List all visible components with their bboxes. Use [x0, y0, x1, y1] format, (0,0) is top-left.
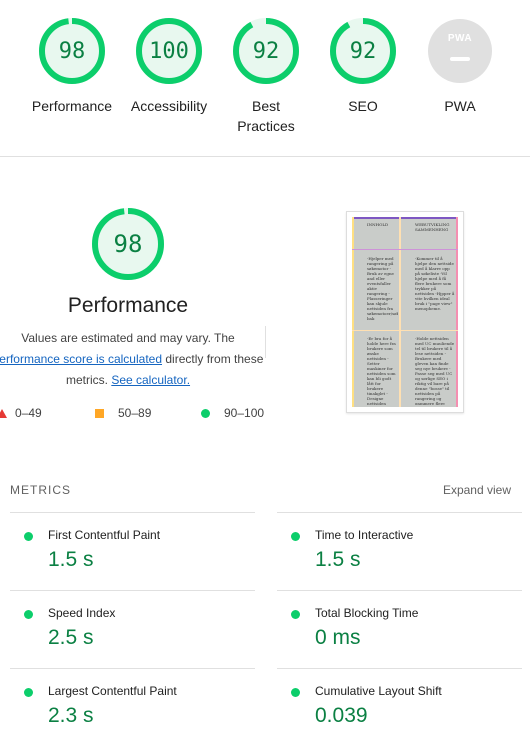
screenshot-cell: -Holde nettsiden med UC muuliende tel ti… [415, 336, 455, 405]
pwa-label: PWA [444, 98, 476, 114]
pass-circle-icon [291, 688, 300, 697]
best-practices-label: Best Practices [237, 98, 295, 134]
pwa-badge-text: PWA [447, 33, 473, 44]
legend-fail-label: 0–49 [15, 406, 42, 420]
desc-text-1: Values are estimated and may vary. The [21, 331, 235, 345]
legend-average-label: 50–89 [118, 406, 152, 420]
legend-average: 50–89 [95, 406, 151, 420]
metric-tbt: Total Blocking Time 0 ms [277, 590, 522, 669]
performance-big-gauge: 98 [92, 208, 164, 280]
performance-big-score: 98 [113, 230, 143, 258]
pass-circle-icon [291, 610, 300, 619]
pass-circle-icon [291, 532, 300, 541]
screenshot-cell: -Kommer til å hjelpe den nettside med å … [415, 256, 455, 311]
screenshot-cell: INNHOLD [367, 222, 389, 227]
metric-name: First Contentful Paint [48, 528, 161, 542]
metric-name: Total Blocking Time [315, 606, 419, 620]
screenshot-col-divider [399, 217, 401, 407]
screenshot-row-divider-2 [352, 330, 458, 331]
metric-name: Largest Contentful Paint [48, 684, 177, 698]
metric-cls: Cumulative Layout Shift 0.039 [277, 668, 522, 747]
screenshot-cell: -Hjelper med rangering på søkemotor -Bru… [367, 256, 398, 321]
legend-pass: 90–100 [201, 406, 264, 420]
metric-speed-index: Speed Index 2.5 s [10, 590, 255, 669]
gauge-performance[interactable]: 98 Performance [27, 18, 117, 116]
metric-fcp: First Contentful Paint 1.5 s [10, 512, 255, 591]
accessibility-score: 100 [149, 38, 189, 64]
metric-value: 0 ms [315, 626, 361, 649]
screenshot-top-border [352, 217, 458, 219]
metric-name: Speed Index [48, 606, 116, 620]
metric-name: Time to Interactive [315, 528, 414, 542]
score-calculation-link[interactable]: performance score is calculated [0, 352, 162, 366]
legend-pass-label: 90–100 [224, 406, 265, 420]
metric-value: 0.039 [315, 704, 368, 727]
seo-score: 92 [349, 38, 377, 64]
best-practices-gauge-ring: 92 [233, 18, 299, 84]
gauge-seo[interactable]: 92 SEO [318, 18, 408, 116]
metric-name: Cumulative Layout Shift [315, 684, 442, 698]
performance-section: 98 Performance Values are estimated and … [0, 156, 530, 456]
pwa-dash [450, 57, 470, 61]
gauge-accessibility[interactable]: 100 Accessibility [124, 18, 214, 116]
triangle-icon [0, 408, 7, 418]
metric-value: 2.3 s [48, 704, 94, 727]
screenshot-left-border [352, 217, 354, 407]
performance-gauge-ring: 98 [39, 18, 105, 84]
best-practices-score: 92 [252, 38, 280, 64]
pass-circle-icon [24, 688, 33, 697]
legend-fail: 0–49 [0, 406, 42, 420]
expand-view-toggle[interactable]: Expand view [443, 483, 511, 497]
pwa-badge-icon: PWA [428, 19, 492, 83]
gauge-best-practices[interactable]: 92 Best Practices [221, 18, 311, 136]
performance-score: 98 [58, 38, 86, 64]
metric-value: 1.5 s [48, 548, 94, 571]
screenshot-cell: -Er bra for å holde here fra brukere som… [367, 336, 396, 405]
scores-summary: 98 Performance 100 Accessibility 92 Best… [0, 0, 530, 157]
accessibility-gauge-ring: 100 [136, 18, 202, 84]
screenshot-row-divider-1 [352, 249, 458, 250]
metric-value: 1.5 s [315, 548, 361, 571]
see-calculator-link[interactable]: See calculator. [111, 373, 190, 387]
accessibility-label: Accessibility [130, 98, 208, 114]
square-icon [95, 408, 104, 418]
performance-label: Performance [31, 98, 113, 114]
screenshot-right-border [456, 217, 458, 407]
circle-icon [201, 408, 210, 418]
performance-title: Performance [67, 294, 189, 317]
pass-circle-icon [24, 610, 33, 619]
seo-gauge-ring: 92 [330, 18, 396, 84]
seo-label: SEO [348, 98, 378, 114]
final-screenshot-thumbnail[interactable]: INNHOLD WEBUTVIKLING SAMMENHENG -Hjelper… [346, 211, 464, 413]
metric-lcp: Largest Contentful Paint 2.3 s [10, 668, 255, 747]
pass-circle-icon [24, 532, 33, 541]
metric-tti: Time to Interactive 1.5 s [277, 512, 522, 591]
metrics-heading: METRICS [10, 483, 71, 497]
screenshot-cell: WEBUTVIKLING SAMMENHENG [415, 222, 450, 232]
metric-value: 2.5 s [48, 626, 94, 649]
performance-description: Values are estimated and may vary. The p… [0, 328, 266, 391]
screenshot-content: INNHOLD WEBUTVIKLING SAMMENHENG -Hjelper… [352, 217, 458, 407]
gauge-pwa[interactable]: PWA PWA [415, 18, 505, 116]
